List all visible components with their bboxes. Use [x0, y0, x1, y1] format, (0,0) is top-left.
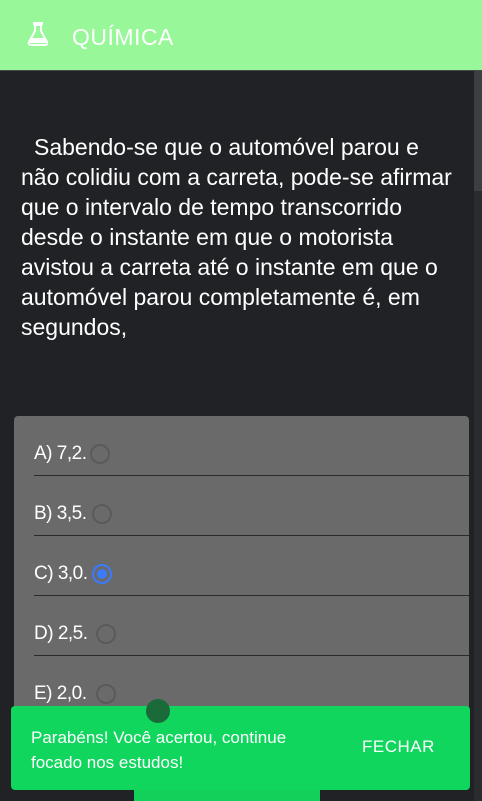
option-label: B) 3,5.	[34, 503, 87, 524]
option-label: C) 3,0.	[34, 563, 88, 584]
radio-button-e[interactable]	[96, 684, 116, 704]
success-snackbar: Parabéns! Você acertou, continue focado …	[11, 706, 470, 790]
option-b[interactable]: B) 3,5.	[34, 476, 469, 536]
touch-ripple	[146, 699, 170, 723]
option-label: D) 2,5.	[34, 623, 88, 644]
option-a[interactable]: A) 7,2.	[34, 416, 469, 476]
scrollbar[interactable]	[474, 71, 482, 801]
question-text: Sabendo-se que o automóvel parou e não c…	[21, 134, 452, 340]
flask-icon	[27, 22, 49, 46]
option-label: E) 2,0.	[34, 683, 87, 704]
radio-button-a[interactable]	[90, 444, 110, 464]
radio-button-b[interactable]	[92, 504, 112, 524]
option-label: A) 7,2.	[34, 443, 87, 464]
scrollbar-thumb[interactable]	[474, 71, 482, 191]
page-title: QUÍMICA	[72, 24, 174, 50]
app-header: QUÍMICA	[0, 0, 482, 71]
answer-options-list: A) 7,2. B) 3,5. C) 3,0. D) 2,5. E) 2,0.	[14, 416, 469, 736]
radio-button-c-selected[interactable]	[92, 564, 112, 584]
snackbar-message: Parabéns! Você acertou, continue focado …	[31, 728, 287, 772]
option-c[interactable]: C) 3,0.	[34, 536, 469, 596]
option-d[interactable]: D) 2,5.	[34, 596, 469, 656]
close-button[interactable]: FECHAR	[362, 737, 435, 757]
radio-button-d[interactable]	[96, 624, 116, 644]
